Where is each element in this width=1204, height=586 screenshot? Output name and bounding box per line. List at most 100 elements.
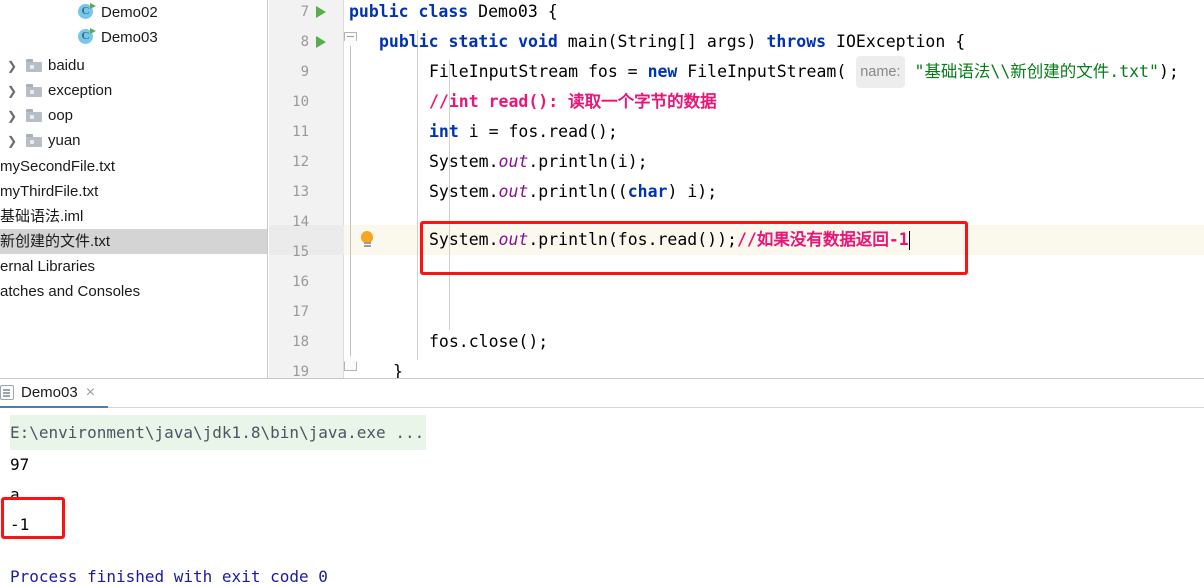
console-exit-text: Process finished with exit code 0	[10, 567, 328, 586]
tree-item-new-file-txt[interactable]: 新创建的文件.txt	[0, 229, 267, 254]
text-caret	[908, 230, 911, 250]
console-output[interactable]: E:\environment\java\jdk1.8\bin\java.exe …	[0, 409, 1204, 586]
tree-item-exception[interactable]: ❯ exception	[0, 78, 267, 103]
close-icon[interactable]: ×	[86, 384, 95, 401]
code-line-15[interactable]: System. out .println(fos.read());//如果没有数据返…	[429, 225, 911, 255]
code-line-18[interactable]: fos.close();	[429, 327, 548, 357]
code-line-11[interactable]: int i = fos.read();	[429, 117, 618, 147]
code-editor[interactable]: 7 8 9 10 11 12 13 14 15 16 17 18 19 publ…	[269, 0, 1204, 378]
tree-item-label: Demo02	[101, 4, 158, 21]
tree-item-label: exception	[48, 82, 113, 99]
fold-collapse-icon[interactable]	[344, 32, 358, 46]
code-line-7[interactable]: public class Demo03 {	[349, 0, 558, 27]
gutter-line-15[interactable]: 15	[269, 237, 344, 267]
console-icon	[0, 385, 14, 400]
token-brace: {	[955, 32, 966, 51]
line-number: 16	[292, 274, 309, 290]
run-icon[interactable]	[316, 6, 326, 18]
tree-item-oop[interactable]: ❯ oop	[0, 103, 267, 128]
code-line-9[interactable]: FileInputStream fos = new FileInputStrea…	[429, 56, 1179, 88]
gutter-line-17[interactable]: 17	[269, 297, 344, 327]
token-keyword: int	[429, 122, 459, 141]
tree-item-iml[interactable]: 基础语法.iml	[0, 204, 267, 229]
token-keyword: void	[518, 32, 558, 51]
token-expr: .println(i);	[528, 152, 648, 171]
code-line-13[interactable]: System. out .println((char) i);	[429, 177, 717, 207]
gutter-line-7[interactable]: 7	[269, 0, 344, 27]
gutter-line-19[interactable]: 19	[269, 357, 344, 378]
console-output-text: a	[10, 485, 20, 504]
folder-icon	[26, 84, 42, 97]
token-comment: //int read(): 读取一个字节的数据	[429, 92, 717, 111]
line-number: 13	[292, 184, 309, 200]
fold-expand-icon[interactable]	[344, 356, 358, 371]
gutter-line-14[interactable]: 14	[269, 207, 344, 237]
chevron-right-icon[interactable]: ❯	[4, 60, 20, 72]
chevron-right-icon[interactable]: ❯	[4, 135, 20, 147]
tab-demo03[interactable]: Demo03 ×	[0, 379, 108, 408]
run-icon[interactable]	[316, 36, 326, 48]
gutter-line-13[interactable]: 13	[269, 177, 344, 207]
console-output-line-3: -1	[10, 509, 29, 540]
tree-item-scratches-consoles[interactable]: atches and Consoles	[0, 279, 267, 304]
console-command-text: E:\environment\java\jdk1.8\bin\java.exe …	[10, 415, 427, 450]
token-var: fos =	[578, 62, 648, 81]
ide-window: C Demo02 C Demo03 ❯ baidu ❯ exception ❯	[0, 0, 1204, 586]
tree-item-external-libraries[interactable]: ernal Libraries	[0, 254, 267, 279]
token-expr: ) i);	[667, 182, 718, 201]
tree-item-demo02[interactable]: C Demo02	[0, 0, 267, 25]
gutter-line-12[interactable]: 12	[269, 147, 344, 177]
gutter-line-10[interactable]: 10	[269, 87, 344, 117]
gutter-line-11[interactable]: 11	[269, 117, 344, 147]
project-tree-panel[interactable]: C Demo02 C Demo03 ❯ baidu ❯ exception ❯	[0, 0, 268, 378]
chevron-right-icon[interactable]: ❯	[4, 110, 20, 122]
folder-icon	[26, 134, 42, 147]
token-brace: }	[393, 362, 403, 378]
token-field-out: out	[498, 152, 529, 171]
token-system: System.	[429, 152, 499, 171]
line-number: 14	[292, 214, 309, 230]
gutter-line-8[interactable]: 8	[269, 27, 344, 57]
token-expr: i = fos.read();	[458, 122, 618, 141]
token-ctor: FileInputStream(	[677, 62, 847, 81]
code-line-8[interactable]: public static void main (String[] args) t…	[379, 27, 965, 57]
console-output-line-1: 97	[10, 449, 29, 480]
tree-item-label: ernal Libraries	[0, 258, 96, 275]
chevron-right-icon[interactable]: ❯	[4, 85, 20, 97]
java-class-icon: C	[78, 28, 96, 46]
lightbulb-icon[interactable]	[360, 231, 374, 249]
token-classname: Demo03	[478, 2, 538, 21]
line-number: 9	[300, 64, 309, 80]
tree-item-label: mySecondFile.txt	[0, 158, 116, 175]
token-comment: //如果没有数据返回-1	[736, 230, 909, 249]
tree-item-baidu[interactable]: ❯ baidu	[0, 53, 267, 78]
token-method: main	[567, 32, 608, 51]
code-line-12[interactable]: System. out .println(i);	[429, 147, 648, 177]
gutter-line-18[interactable]: 18	[269, 327, 344, 357]
run-console-panel[interactable]: Demo03 × E:\environment\java\jdk1.8\bin\…	[0, 378, 1204, 586]
console-tab-bar[interactable]: Demo03 ×	[0, 379, 1204, 408]
token-keyword: throws	[766, 32, 827, 51]
console-output-text: -1	[10, 515, 30, 534]
line-number: 10	[292, 94, 309, 110]
gutter-line-9[interactable]: 9	[269, 57, 344, 87]
line-number: 15	[292, 244, 309, 260]
java-class-icon: C	[78, 3, 96, 21]
code-line-19[interactable]: }	[393, 357, 403, 378]
token-expr: .println((	[528, 182, 628, 201]
token-keyword: class	[418, 2, 469, 21]
tree-item-demo03[interactable]: C Demo03	[0, 25, 267, 50]
tree-item-mysecondfile[interactable]: mySecondFile.txt	[0, 154, 267, 179]
indent-guide	[417, 30, 418, 360]
tree-item-yuan[interactable]: ❯ yuan	[0, 128, 267, 153]
tree-item-label: 基础语法.iml	[0, 208, 84, 225]
token-tail: );	[1158, 62, 1179, 81]
code-line-10[interactable]: //int read(): 读取一个字节的数据	[429, 87, 717, 117]
tree-item-mythirdfile[interactable]: myThirdFile.txt	[0, 179, 267, 204]
token-params: (String[] args)	[607, 32, 757, 51]
gutter-line-16[interactable]: 16	[269, 267, 344, 297]
folder-icon	[26, 109, 42, 122]
tree-item-label: atches and Consoles	[0, 283, 141, 300]
token-keyword: static	[448, 32, 509, 51]
token-keyword: char	[627, 182, 668, 201]
